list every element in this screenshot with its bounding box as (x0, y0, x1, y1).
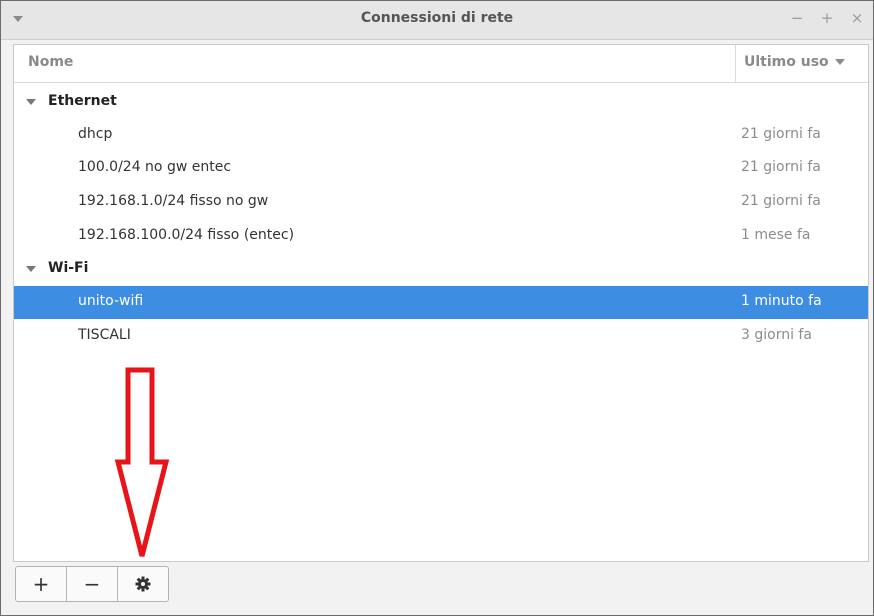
connection-name: 192.168.1.0/24 fisso no gw (78, 193, 269, 209)
window-title: Connessioni di rete (360, 10, 514, 26)
add-connection-button[interactable]: + (16, 567, 67, 601)
connection-last-used: 3 giorni fa (741, 327, 812, 343)
connection-last-used: 1 minuto fa (741, 293, 822, 309)
title-bar[interactable]: Connessioni di rete − + × (1, 1, 873, 40)
sort-descending-icon (834, 59, 845, 65)
list-header: Nome Ultimo uso (14, 45, 868, 83)
column-header-last-used[interactable]: Ultimo uso (744, 54, 845, 70)
group-row-ethernet[interactable]: Ethernet (14, 86, 868, 119)
connection-row[interactable]: dhcp 21 giorni fa (14, 119, 868, 152)
connection-name: 100.0/24 no gw entec (78, 159, 232, 175)
window-controls: − + × (787, 7, 867, 29)
column-separator (735, 45, 736, 82)
close-button[interactable]: × (847, 7, 867, 29)
group-label: Wi-Fi (48, 260, 89, 276)
connection-name: dhcp (78, 126, 113, 142)
gear-icon (135, 576, 151, 592)
group-label: Ethernet (48, 93, 117, 109)
expander-open-icon[interactable] (26, 266, 36, 272)
connection-row[interactable]: TISCALI 3 giorni fa (14, 320, 868, 353)
connection-row-selected[interactable]: unito-wifi 1 minuto fa (14, 286, 868, 319)
connection-last-used: 21 giorni fa (741, 193, 821, 209)
connection-last-used: 21 giorni fa (741, 159, 821, 175)
column-header-last-used-label: Ultimo uso (744, 54, 829, 70)
connection-row[interactable]: 192.168.1.0/24 fisso no gw 21 giorni fa (14, 186, 868, 219)
annotation-arrow (114, 367, 170, 557)
group-row-wifi[interactable]: Wi-Fi (14, 253, 868, 286)
expander-open-icon[interactable] (26, 99, 36, 105)
connection-row[interactable]: 192.168.100.0/24 fisso (entec) 1 mese fa (14, 220, 868, 253)
minimize-button[interactable]: − (787, 7, 807, 29)
connection-name: unito-wifi (78, 293, 144, 309)
connection-name: TISCALI (78, 327, 131, 343)
connection-last-used: 1 mese fa (741, 227, 811, 243)
connection-row[interactable]: 100.0/24 no gw entec 21 giorni fa (14, 152, 868, 185)
edit-connection-button[interactable] (118, 567, 168, 601)
connections-toolbar: + − (15, 566, 169, 602)
remove-connection-button[interactable]: − (67, 567, 118, 601)
connection-name: 192.168.100.0/24 fisso (entec) (78, 227, 295, 243)
maximize-button[interactable]: + (817, 7, 837, 29)
connection-last-used: 21 giorni fa (741, 126, 821, 142)
column-header-name[interactable]: Nome (28, 54, 73, 70)
